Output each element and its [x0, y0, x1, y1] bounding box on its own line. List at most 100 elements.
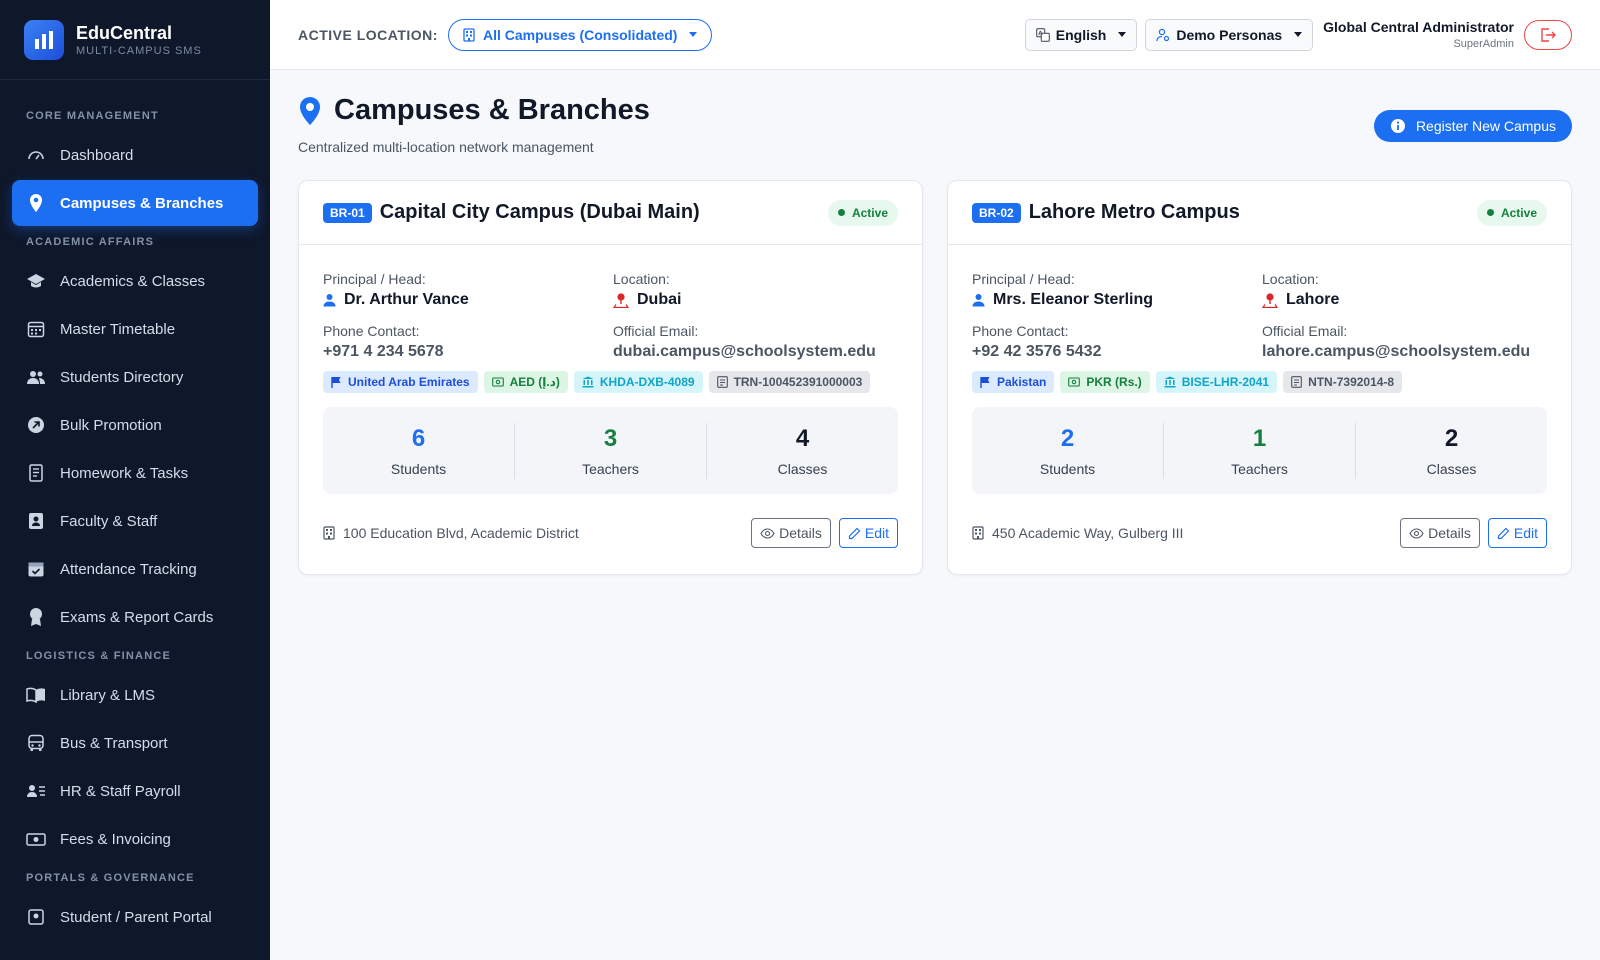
sidebar-item-faculty[interactable]: Faculty & Staff — [12, 498, 258, 544]
currency-tag: AED (د.إ) — [483, 371, 568, 393]
email-label: Official Email: — [1262, 323, 1348, 339]
tag-text: AED (د.إ) — [509, 375, 560, 389]
principal-name: Mrs. Eleanor Sterling — [993, 291, 1154, 308]
campus-name: Capital City Campus (Dubai Main) — [379, 201, 700, 223]
sidebar-item-fees[interactable]: Fees & Invoicing — [12, 816, 258, 862]
phone-label: Phone Contact: — [972, 323, 1069, 339]
license-tag: BISE-LHR-2041 — [1155, 371, 1278, 393]
sidebar-item-label: Student / Parent Portal — [60, 908, 212, 926]
pencil-icon — [848, 527, 861, 540]
students-label: Students — [1039, 460, 1096, 477]
principal-name: Dr. Arthur Vance — [344, 291, 469, 308]
classes-label: Classes — [1426, 460, 1477, 477]
user-name: Global Central Administrator — [1323, 19, 1514, 35]
award-icon — [26, 607, 46, 627]
principal-value: Mrs. Eleanor Sterling — [972, 291, 1262, 309]
main-content: Campuses & Branches Centralized multi-lo… — [270, 70, 1600, 960]
details-button[interactable]: Details — [1400, 518, 1480, 548]
bank-icon — [582, 376, 594, 388]
sidebar-item-label: Library & LMS — [60, 686, 156, 704]
students-count: 6 — [411, 424, 426, 452]
sidebar-item-timetable[interactable]: Master Timetable — [12, 306, 258, 352]
edit-button[interactable]: Edit — [1487, 518, 1547, 548]
status-text: Active — [851, 205, 888, 220]
campus-card-body: Principal / Head: Mrs. Eleanor Sterling … — [948, 245, 1571, 574]
tag-text: Pakistan — [997, 375, 1047, 389]
edit-label: Edit — [1513, 525, 1538, 541]
logout-icon — [1540, 27, 1556, 42]
register-campus-button[interactable]: Register New Campus — [1373, 110, 1572, 142]
sidebar-item-attendance[interactable]: Attendance Tracking — [12, 546, 258, 592]
person-icon — [972, 293, 985, 307]
page-title: Campuses & Branches — [298, 94, 650, 127]
edit-button[interactable]: Edit — [838, 518, 898, 548]
classes-count: 2 — [1444, 424, 1459, 452]
page-subtitle: Centralized multi-location network manag… — [298, 139, 594, 155]
sidebar-item-dashboard[interactable]: Dashboard — [12, 132, 258, 178]
receipt-icon — [1291, 376, 1302, 388]
eye-icon — [1409, 527, 1424, 539]
personas-dropdown[interactable]: Demo Personas — [1145, 18, 1314, 51]
principal-label: Principal / Head: — [972, 271, 1075, 287]
logout-button[interactable] — [1524, 19, 1572, 50]
email-label: Official Email: — [613, 323, 699, 339]
currency-tag: PKR (Rs.) — [1060, 371, 1150, 393]
details-button[interactable]: Details — [751, 518, 831, 548]
brand-name: EduCentral — [76, 22, 173, 43]
phone-value: +971 4 234 5678 — [323, 343, 444, 360]
sidebar-item-promotion[interactable]: Bulk Promotion — [12, 402, 258, 448]
sidebar-item-portal[interactable]: Student / Parent Portal — [12, 894, 258, 940]
tag-text: BISE-LHR-2041 — [1181, 375, 1270, 389]
location-pin-icon — [613, 292, 629, 308]
campus-tags: Pakistan PKR (Rs.) BISE-LHR-2041 NTN-739… — [972, 371, 1547, 393]
brand[interactable]: EduCentral MULTI-CAMPUS SMS — [0, 0, 270, 80]
phone-label: Phone Contact: — [323, 323, 420, 339]
sidebar-item-library[interactable]: Library & LMS — [12, 672, 258, 718]
journal-icon — [26, 463, 46, 483]
campus-card: BR-02 Lahore Metro Campus Active Princip… — [947, 180, 1572, 575]
person-icon — [323, 293, 336, 307]
campus-card-header: BR-01 Capital City Campus (Dubai Main) A… — [299, 181, 922, 245]
sidebar-item-transport[interactable]: Bus & Transport — [12, 720, 258, 766]
svg-text:A: A — [1038, 30, 1043, 36]
sidebar-item-homework[interactable]: Homework & Tasks — [12, 450, 258, 496]
address-text: 100 Education Blvd, Academic District — [343, 525, 579, 541]
currency-icon — [1068, 376, 1081, 388]
stat-classes: 2 Classes — [1355, 422, 1547, 479]
building-icon — [323, 526, 335, 540]
sidebar-item-label: Students Directory — [60, 368, 184, 386]
principal-value: Dr. Arthur Vance — [323, 291, 613, 309]
tag-text: TRN-100452391000003 — [733, 375, 863, 389]
country-tag: Pakistan — [972, 371, 1055, 393]
brand-logo-icon — [24, 19, 64, 60]
campus-tags: United Arab Emirates AED (د.إ) KHDA-DXB-… — [323, 371, 898, 393]
currency-icon — [491, 376, 504, 388]
personas-value: Demo Personas — [1176, 26, 1283, 43]
person-gear-icon — [1156, 28, 1170, 42]
sidebar-item-label: Dashboard — [60, 146, 134, 164]
sidebar-item-campuses[interactable]: Campuses & Branches — [12, 180, 258, 226]
sidebar-item-label: Homework & Tasks — [60, 464, 189, 482]
location-select[interactable]: All Campuses (Consolidated) — [447, 18, 713, 51]
topbar-right: A English Demo Personas Global Central A… — [1017, 18, 1572, 51]
details-label: Details — [779, 525, 822, 541]
location-field-label: Location: — [613, 271, 670, 287]
email-value: lahore.campus@schoolsystem.edu — [1262, 343, 1531, 360]
sidebar-item-academics[interactable]: Academics & Classes — [12, 258, 258, 304]
sidebar-item-payroll[interactable]: HR & Staff Payroll — [12, 768, 258, 814]
status-dot-icon — [837, 209, 845, 216]
status-text: Active — [1500, 205, 1537, 220]
location-pin-icon — [1262, 292, 1278, 308]
location-select-value: All Campuses (Consolidated) — [482, 26, 678, 43]
sidebar-item-students[interactable]: Students Directory — [12, 354, 258, 400]
teachers-label: Teachers — [1231, 460, 1288, 477]
language-dropdown[interactable]: A English — [1024, 18, 1138, 51]
book-icon — [26, 685, 46, 705]
campus-card-header: BR-02 Lahore Metro Campus Active — [948, 181, 1571, 245]
sidebar-item-exams[interactable]: Exams & Report Cards — [12, 594, 258, 640]
tag-text: PKR (Rs.) — [1086, 375, 1142, 389]
page-header: Campuses & Branches Centralized multi-lo… — [298, 94, 1572, 180]
campus-stats: 2 Students 1 Teachers 2 Classes — [972, 407, 1547, 494]
map-pin-icon — [298, 96, 322, 126]
principal-label: Principal / Head: — [323, 271, 426, 287]
